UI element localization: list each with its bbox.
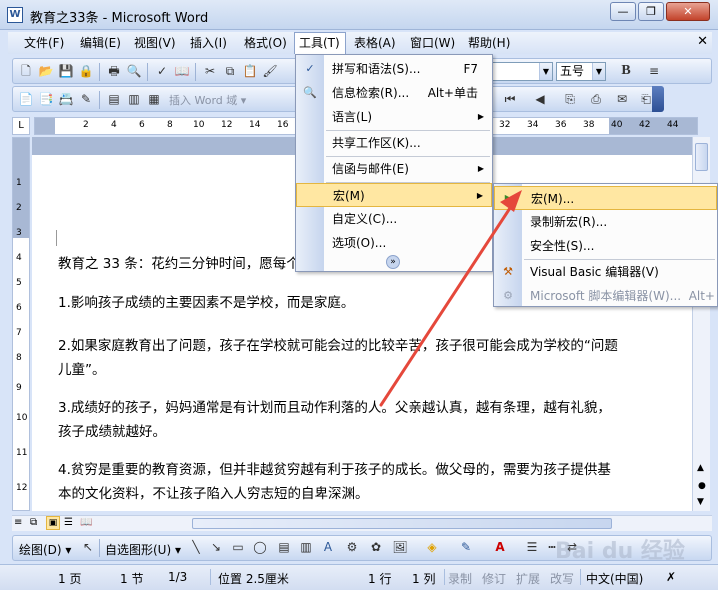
arrow-head-icon bbox=[500, 190, 522, 212]
arrow-shaft bbox=[379, 203, 514, 407]
annotation-arrow bbox=[379, 190, 522, 407]
